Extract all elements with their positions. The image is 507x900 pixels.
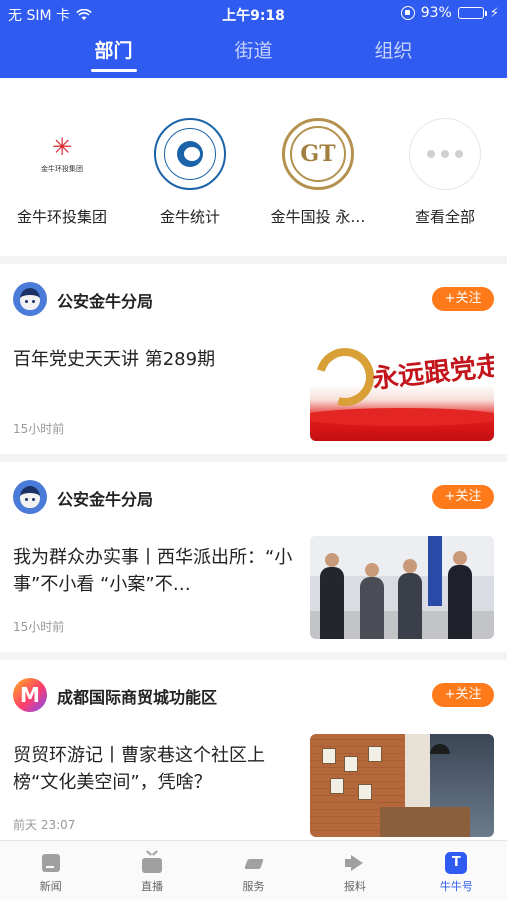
state-investment-logo: GT (282, 118, 354, 190)
battery-icon (457, 7, 487, 19)
app-header: 无 SIM 卡 上午9:18 93% ⚡ 部门 街道 组织 (0, 0, 507, 78)
person-figure (448, 551, 472, 639)
article-title[interactable]: 我为群众办实事丨西华派出所：“小事”不小看 “小案”不… (13, 544, 298, 598)
department-item-statistics[interactable]: 金牛统计 (131, 118, 249, 227)
bottom-nav: 新闻 直播 服务 报料 T 牛牛号 (0, 840, 507, 900)
department-name: 金牛国投 永… (270, 208, 366, 226)
divider (0, 652, 507, 660)
source-name[interactable]: 公安金牛分局 (57, 486, 153, 510)
department-name: 金牛环投集团 (16, 208, 107, 226)
article-thumbnail[interactable] (310, 536, 494, 639)
department-item-state-investment[interactable]: GT 金牛国投 永… (259, 118, 377, 227)
article-thumbnail[interactable] (310, 734, 494, 837)
follow-button[interactable]: +关注 (432, 485, 494, 509)
star-logo-icon: ✳ (51, 133, 73, 161)
source-name[interactable]: 公安金牛分局 (57, 288, 153, 312)
view-all-label: 查看全部 (414, 208, 475, 226)
nav-live[interactable]: 直播 (101, 841, 202, 900)
rotation-lock-icon (400, 6, 415, 20)
nav-service[interactable]: 服务 (203, 841, 304, 900)
department-item-view-all[interactable]: 查看全部 (386, 118, 504, 227)
battery-percent: 93% (420, 5, 452, 21)
tv-icon (142, 858, 163, 873)
service-icon (244, 853, 264, 873)
nav-news[interactable]: 新闻 (0, 841, 101, 900)
more-icon (409, 118, 481, 190)
category-tabs: 部门 街道 组织 (0, 36, 507, 78)
nav-report[interactable]: 报料 (304, 841, 405, 900)
status-bar: 无 SIM 卡 上午9:18 93% ⚡ (0, 0, 507, 26)
divider (0, 454, 507, 462)
article-time: 15小时前 (13, 422, 65, 436)
feed-card[interactable]: 公安金牛分局 +关注 我为群众办实事丨西华派出所：“小事”不小看 “小案”不… … (0, 480, 507, 678)
department-name: 金牛统计 (159, 208, 220, 226)
source-name[interactable]: 成都国际商贸城功能区 (57, 684, 217, 708)
police-avatar (13, 480, 47, 514)
megaphone-icon (344, 855, 365, 871)
article-title[interactable]: 贸贸环游记丨曹家巷这个社区上榜“文化美空间”，凭啥？ (13, 742, 298, 796)
feed-card[interactable]: 公安金牛分局 +关注 百年党史天天讲 第289期 15小时前 永远跟党走 (0, 282, 507, 480)
follow-button[interactable]: +关注 (432, 683, 494, 707)
article-title[interactable]: 百年党史天天讲 第289期 (13, 346, 298, 373)
article-time: 前天 23:07 (13, 818, 76, 832)
thumbnail-caption: 永远跟党走 (371, 351, 494, 395)
jinniu-env-logo: ✳ 金牛环投集团 (26, 118, 98, 190)
tab-organization[interactable]: 组织 (324, 36, 464, 78)
department-item-jinniu-env[interactable]: ✳ 金牛环投集团 金牛环投集团 (3, 118, 121, 227)
charging-icon: ⚡ (489, 5, 499, 21)
article-time: 15小时前 (13, 620, 65, 634)
tab-street[interactable]: 街道 (184, 36, 324, 78)
police-avatar (13, 282, 47, 316)
person-figure (320, 553, 344, 639)
statistics-logo (154, 118, 226, 190)
article-thumbnail[interactable]: 永远跟党走 (310, 338, 494, 441)
niuniu-icon: T (445, 852, 468, 874)
news-icon (41, 854, 60, 872)
nav-niuniu[interactable]: T 牛牛号 (406, 841, 507, 900)
divider (0, 256, 507, 264)
department-list: ✳ 金牛环投集团 金牛环投集团 金牛统计 GT 金牛国投 永… 查看全部 (0, 118, 507, 238)
person-figure (398, 559, 422, 639)
follow-button[interactable]: +关注 (432, 287, 494, 311)
person-figure (360, 563, 384, 639)
trade-city-avatar: M (13, 678, 47, 712)
tab-department[interactable]: 部门 (44, 36, 184, 78)
